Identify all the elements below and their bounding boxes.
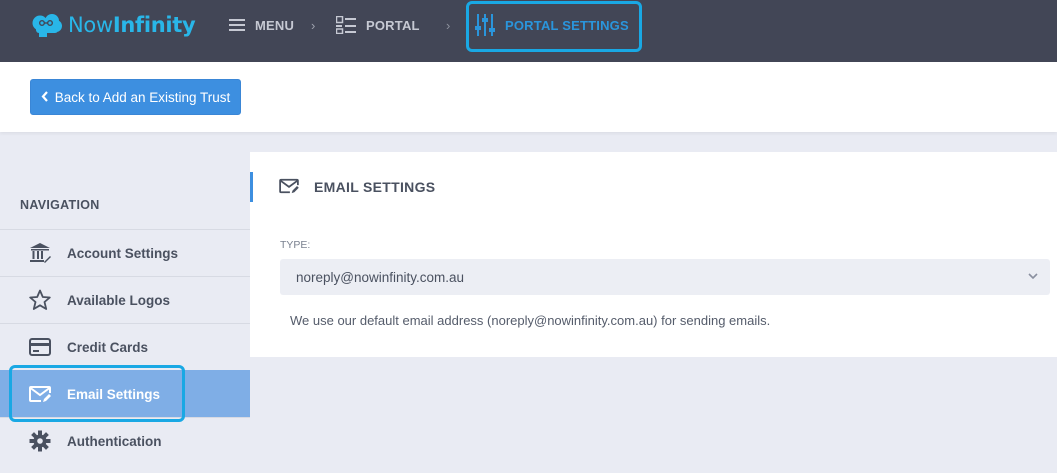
breadcrumb-separator: › [311,17,316,33]
bank-icon [28,241,52,265]
focus-highlight [466,1,642,52]
email-type-select[interactable]: noreply@nowinfinity.com.au [280,259,1050,295]
back-button-label: Back to Add an Existing Trust [54,89,231,105]
hamburger-icon [229,18,245,32]
sidebar-item-label: Credit Cards [67,339,149,355]
chevron-left-icon [41,90,49,105]
email-settings-card: EMAIL SETTINGS TYPE: noreply@nowinfinity… [250,152,1057,357]
breadcrumb-portal[interactable]: PORTAL [336,0,420,50]
help-text: We use our default email address (norepl… [290,313,771,328]
page-title: EMAIL SETTINGS [314,179,436,195]
email-type-value: noreply@nowinfinity.com.au [296,269,465,285]
email-icon [279,178,299,199]
type-label: TYPE: [280,239,311,251]
breadcrumb-menu-label: MENU [255,17,295,33]
sub-header: Back to Add an Existing Trust [0,62,1057,132]
sidebar-item-label: Account Settings [67,245,179,261]
breadcrumb-menu[interactable]: MENU [229,0,294,50]
credit-card-icon [28,335,52,359]
sidebar-item-authentication[interactable]: Authentication [0,417,250,464]
sidebar-item-label: Authentication [67,433,162,449]
top-bar: NowInfinity MENU › PORTAL › PORTAL SETTI… [0,0,1057,62]
logo-mark-icon [32,14,62,37]
star-icon [28,288,52,312]
focus-highlight [9,365,185,422]
sidebar-item-label: Available Logos [67,292,171,308]
breadcrumb-portal-label: PORTAL [366,17,420,33]
sidebar-nav: Account Settings Available Logos Credit … [0,229,250,464]
gear-icon [28,429,52,453]
back-button[interactable]: Back to Add an Existing Trust [30,79,241,115]
card-accent-bar [250,172,253,202]
logo-text: NowInfinity [68,13,196,37]
sidebar-item-credit-cards[interactable]: Credit Cards [0,323,250,370]
sidebar-title: NAVIGATION [20,198,100,212]
logo[interactable]: NowInfinity [30,10,196,40]
sidebar-item-available-logos[interactable]: Available Logos [0,276,250,323]
chevron-down-icon [1027,270,1039,285]
breadcrumb-separator: › [446,17,451,33]
sidebar-item-account-settings[interactable]: Account Settings [0,229,250,276]
list-icon [336,16,356,34]
